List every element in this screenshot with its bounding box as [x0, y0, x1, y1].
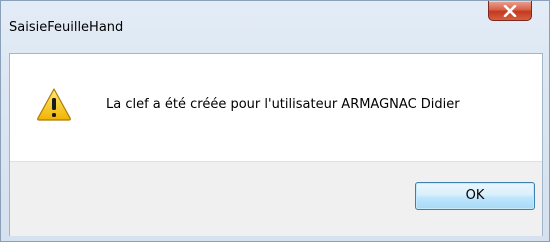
- message-area: La clef a été créée pour l'utilisateur A…: [10, 54, 542, 161]
- button-bar: OK: [10, 161, 542, 236]
- ok-button[interactable]: OK: [415, 182, 535, 210]
- title-bar[interactable]: SaisieFeuilleHand: [1, 1, 549, 53]
- message-text: La clef a été créée pour l'utilisateur A…: [106, 97, 460, 112]
- window-title: SaisieFeuilleHand: [9, 20, 124, 35]
- close-icon: [503, 5, 517, 17]
- dialog-window: SaisieFeuilleHand La clef a été créée po…: [0, 0, 550, 242]
- close-button[interactable]: [488, 1, 532, 21]
- dialog-client-area: La clef a été créée pour l'utilisateur A…: [9, 53, 543, 236]
- warning-icon: [37, 88, 71, 121]
